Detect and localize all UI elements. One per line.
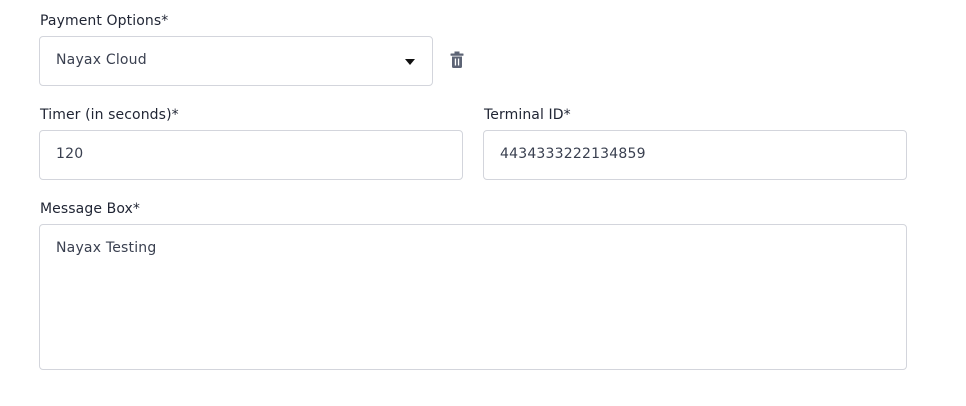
timer-value: 120 bbox=[56, 146, 84, 162]
trash-icon[interactable] bbox=[449, 51, 465, 69]
payment-options-selected-value: Nayax Cloud bbox=[56, 52, 147, 68]
chevron-down-icon bbox=[405, 59, 415, 65]
payment-options-label: Payment Options* bbox=[40, 13, 169, 29]
terminal-id-label: Terminal ID* bbox=[484, 107, 571, 123]
timer-label: Timer (in seconds)* bbox=[40, 107, 179, 123]
terminal-id-input[interactable]: 4434333222134859 bbox=[483, 130, 907, 180]
timer-input[interactable]: 120 bbox=[39, 130, 463, 180]
message-box-textarea[interactable]: Nayax Testing bbox=[39, 224, 907, 370]
payment-options-select[interactable]: Nayax Cloud bbox=[39, 36, 433, 86]
message-box-label: Message Box* bbox=[40, 201, 141, 217]
terminal-id-value: 4434333222134859 bbox=[500, 146, 646, 162]
message-box-value: Nayax Testing bbox=[56, 240, 157, 256]
